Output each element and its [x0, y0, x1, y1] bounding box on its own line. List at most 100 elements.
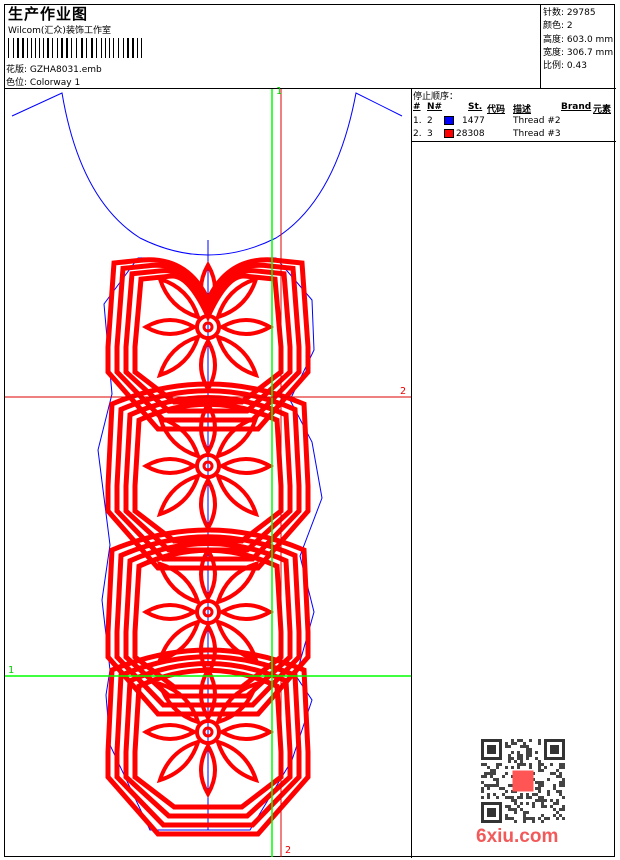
qr-module: [559, 790, 562, 793]
row-stitches: 1477: [462, 116, 485, 126]
qr-module: [520, 763, 523, 766]
design-label: 花版:: [6, 65, 28, 75]
qr-module: [481, 775, 484, 778]
qr-module: [559, 814, 562, 817]
qr-module: [487, 793, 490, 796]
qr-module: [514, 811, 517, 814]
col-code: 代码: [487, 105, 506, 115]
col-index: #: [413, 102, 421, 112]
qr-module: [550, 805, 553, 808]
qr-module: [496, 781, 499, 784]
qr-module: [538, 739, 541, 742]
qr-module: [526, 745, 529, 748]
qr-module: [544, 799, 547, 802]
row-index: 1.: [413, 116, 422, 126]
qr-module: [484, 772, 487, 775]
stat-label: 针数:: [543, 8, 565, 18]
stat-value: 306.7 mm: [566, 48, 614, 58]
qr-module: [553, 787, 556, 790]
qr-module: [502, 787, 505, 790]
info-divider: [540, 4, 541, 88]
qr-module: [541, 802, 544, 805]
qr-module: [520, 754, 523, 757]
flower-petal: [218, 318, 274, 336]
qr-module: [553, 808, 556, 811]
col-brand: Brand: [561, 102, 592, 112]
barcode-bar: [43, 38, 44, 58]
qr-module: [547, 778, 550, 781]
qr-module: [520, 796, 523, 799]
qr-module: [556, 799, 559, 802]
qr-module: [505, 796, 508, 799]
qr-module: [505, 805, 508, 808]
qr-module: [562, 805, 565, 808]
qr-module: [523, 811, 526, 814]
design-value: GZHA8031.emb: [29, 65, 102, 75]
qr-finder-center: [487, 808, 496, 817]
qr-module: [490, 769, 493, 772]
qr-module: [556, 817, 559, 820]
flower-petal: [142, 318, 198, 336]
flower-petal: [156, 472, 202, 518]
col-element: 元素: [593, 105, 612, 115]
qr-module: [526, 757, 529, 760]
qr-module: [484, 775, 487, 778]
qr-module: [508, 745, 511, 748]
qr-module: [526, 754, 529, 757]
qr-module: [559, 781, 562, 784]
barcode-bar: [101, 38, 102, 58]
qr-module: [505, 742, 508, 745]
barcode-bar: [81, 38, 83, 58]
row-index: 2.: [413, 129, 422, 139]
barcode-bar: [27, 38, 28, 58]
qr-module: [541, 820, 544, 823]
color-swatch: [444, 116, 454, 125]
qr-module: [505, 745, 508, 748]
barcode-bar: [31, 38, 32, 58]
qr-module: [508, 784, 511, 787]
row-n: 2: [427, 116, 433, 126]
qr-module: [538, 760, 541, 763]
barcode-bar: [132, 38, 134, 58]
flower-petal: [214, 738, 260, 784]
qr-finder-center: [550, 745, 559, 754]
qr-module: [529, 796, 532, 799]
design-file: 花版: GZHA8031.emb: [6, 62, 102, 75]
qr-module: [529, 739, 532, 742]
qr-center-stamp: [512, 770, 534, 792]
qr-module: [532, 817, 535, 820]
barcode-bar: [137, 38, 138, 58]
qr-module: [535, 751, 538, 754]
qr-module: [520, 757, 523, 760]
qr-module: [520, 808, 523, 811]
qr-module: [508, 805, 511, 808]
qr-module: [523, 820, 526, 823]
qr-module: [496, 766, 499, 769]
qr-module: [511, 757, 514, 760]
qr-module: [523, 742, 526, 745]
qr-module: [490, 775, 493, 778]
flower-petal: [218, 723, 274, 741]
qr-module: [508, 754, 511, 757]
qr-module: [511, 796, 514, 799]
qr-module: [496, 796, 499, 799]
qr-module: [520, 793, 523, 796]
qr-module: [496, 784, 499, 787]
qr-module: [511, 766, 514, 769]
qr-module: [559, 808, 562, 811]
col-n: N#: [427, 102, 443, 112]
qr-code[interactable]: [481, 739, 565, 823]
qr-module: [487, 787, 490, 790]
barcode-bar: [35, 38, 36, 58]
qr-module: [532, 793, 535, 796]
qr-module: [508, 757, 511, 760]
neckline-curve: [11, 92, 403, 256]
flower-petal: [142, 603, 198, 621]
qr-module: [541, 805, 544, 808]
qr-module: [523, 817, 526, 820]
qr-module: [484, 784, 487, 787]
qr-module: [550, 772, 553, 775]
qr-module: [526, 748, 529, 751]
marker-h1: 1: [8, 665, 15, 676]
qr-module: [487, 784, 490, 787]
